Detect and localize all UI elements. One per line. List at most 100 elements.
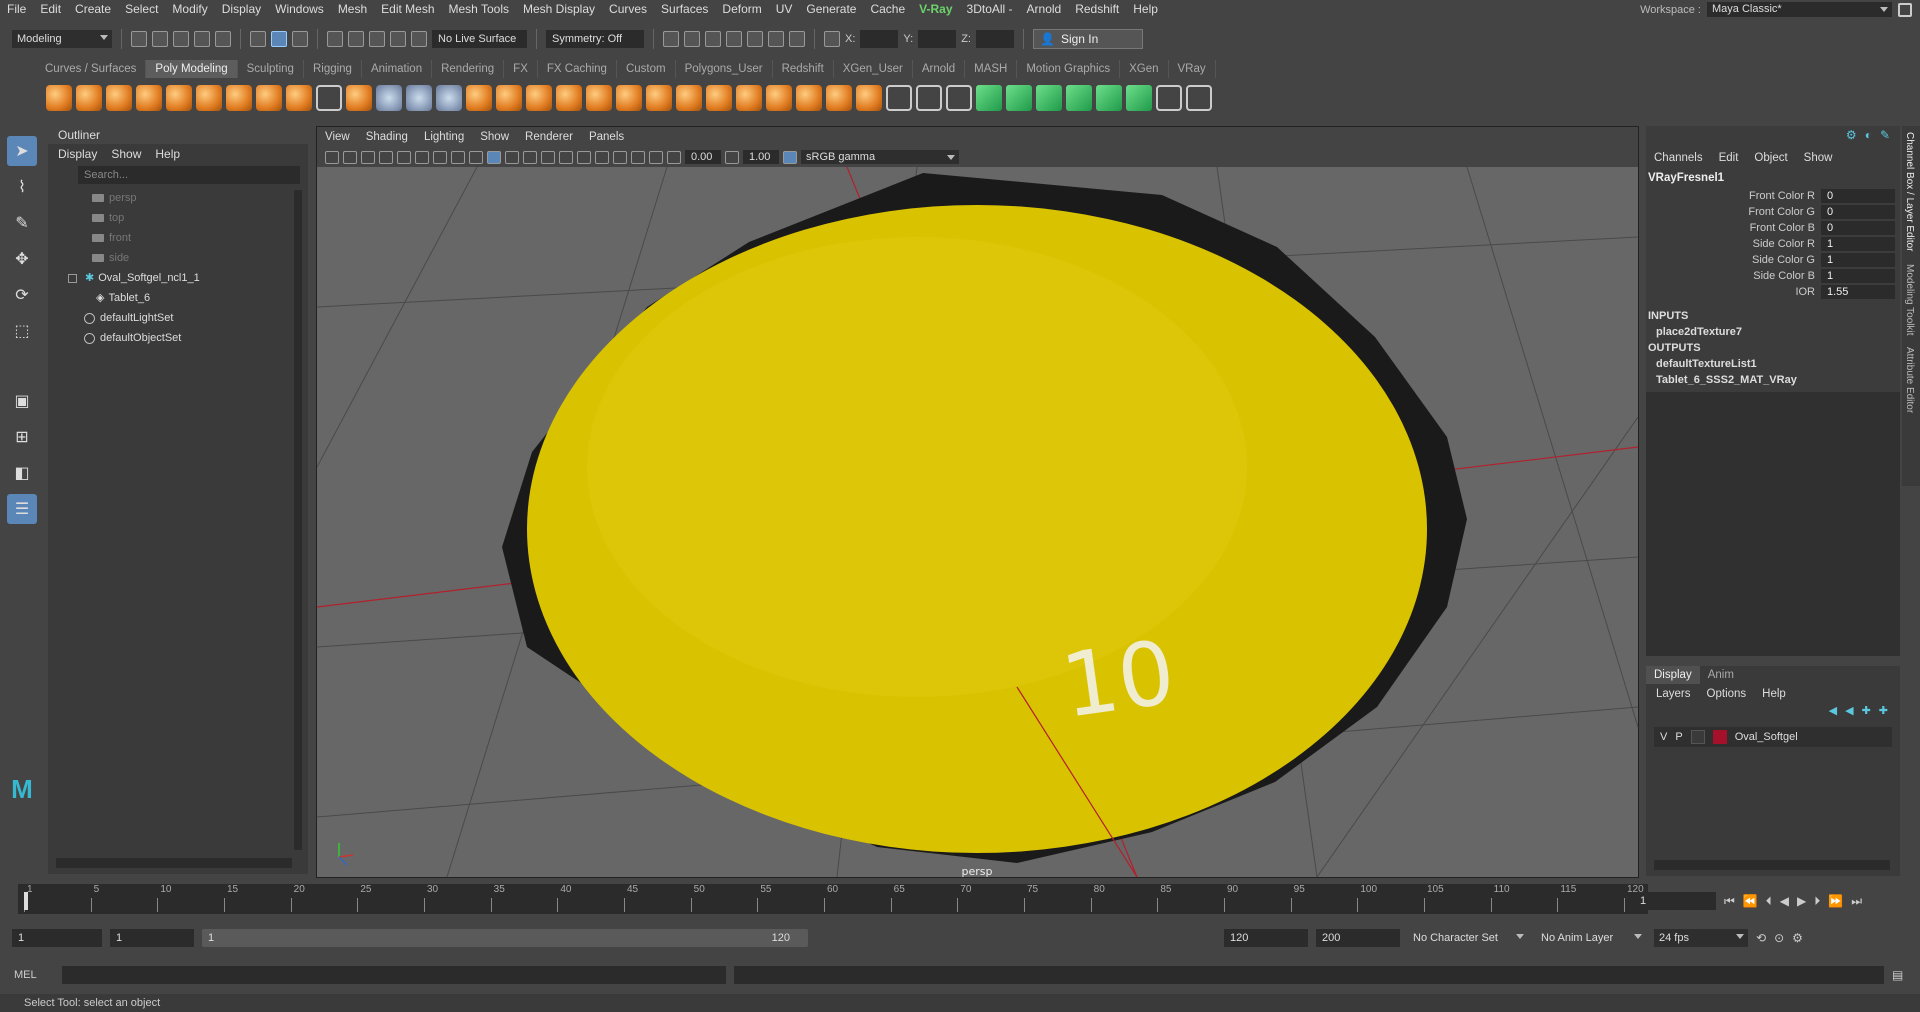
layer-visibility-toggle[interactable]: V [1654, 731, 1667, 743]
loop-icon[interactable]: ⟲ [1756, 931, 1766, 945]
step-forward-key-icon[interactable]: ⏩ [1828, 894, 1843, 908]
collapse-toggle-icon[interactable] [68, 273, 77, 283]
x-coordinate-input[interactable] [860, 30, 899, 48]
outliner-horizontal-scrollbar[interactable] [56, 858, 292, 868]
viewport-menu-panels[interactable]: Panels [589, 131, 624, 143]
current-time-marker[interactable] [24, 892, 28, 910]
attribute-row[interactable]: Front Color B 0 [1646, 220, 1900, 236]
channel-box-menu-edit[interactable]: Edit [1719, 152, 1739, 164]
poly-sphere-icon[interactable] [46, 85, 72, 111]
image-plane-icon[interactable] [379, 150, 393, 164]
shelf-tab-rendering[interactable]: Rendering [432, 60, 505, 78]
attribute-value[interactable]: 1 [1821, 237, 1895, 251]
go-to-start-icon[interactable]: ⏮ [1724, 894, 1735, 909]
xray-icon[interactable] [631, 150, 645, 164]
script-editor-icon[interactable]: ▤ [1892, 968, 1903, 982]
shelf-tab-custom[interactable]: Custom [617, 60, 676, 78]
layer-type-toggle[interactable] [1690, 730, 1705, 744]
command-language-label[interactable]: MEL [14, 969, 54, 981]
shelf-tab-arnold[interactable]: Arnold [913, 60, 966, 78]
rotate-tool-icon[interactable]: ⟳ [7, 280, 37, 310]
uv-editor-icon[interactable] [1096, 85, 1122, 111]
render-frame-icon[interactable] [663, 31, 679, 47]
channel-box-menu-channels[interactable]: Channels [1654, 152, 1703, 164]
menu-3dtoall[interactable]: 3DtoAll - [960, 0, 1020, 18]
menu-set-dropdown[interactable]: Modeling [12, 30, 112, 48]
move-layer-down-icon[interactable]: ◀ [1845, 704, 1853, 717]
channel-box-settings-icon[interactable]: ⚙ [1846, 128, 1857, 142]
viewport-menu-show[interactable]: Show [480, 131, 509, 143]
lock-icon[interactable] [1898, 2, 1912, 17]
poly-cylinder-icon[interactable] [106, 85, 132, 111]
menu-edit[interactable]: Edit [33, 0, 68, 18]
outliner-vertical-scrollbar[interactable] [294, 190, 302, 850]
select-camera-icon[interactable] [325, 150, 339, 164]
animation-start-input[interactable]: 1 [12, 929, 102, 947]
shelf-tab-redshift[interactable]: Redshift [773, 60, 834, 78]
output-node[interactable]: defaultTextureList1 [1646, 356, 1900, 372]
menu-redshift[interactable]: Redshift [1068, 0, 1126, 18]
shelf-tab-animation[interactable]: Animation [362, 60, 433, 78]
menu-generate[interactable]: Generate [799, 0, 863, 18]
scene-canvas[interactable]: 10 persp [317, 167, 1638, 877]
menu-create[interactable]: Create [68, 0, 118, 18]
separate-icon[interactable] [406, 85, 432, 111]
shelf-tab-curves-surfaces[interactable]: Curves / Surfaces [36, 60, 147, 78]
live-surface-field[interactable]: No Live Surface [432, 30, 527, 48]
layer-playback-toggle[interactable]: P [1675, 731, 1682, 743]
channel-box-menu-show[interactable]: Show [1804, 152, 1833, 164]
attribute-row[interactable]: Side Color R 1 [1646, 236, 1900, 252]
four-view-layout-icon[interactable]: ⊞ [7, 422, 37, 452]
outliner-item-tablet-6[interactable]: ◈ Tablet_6 [56, 288, 308, 308]
mirror-icon[interactable] [436, 85, 462, 111]
tab-anim[interactable]: Anim [1700, 666, 1742, 684]
menu-help[interactable]: Help [1126, 0, 1165, 18]
shelf-tab-motion-graphics[interactable]: Motion Graphics [1017, 60, 1121, 78]
lasso-tool-icon[interactable]: ⌇ [7, 172, 37, 202]
time-slider[interactable]: 1 5 10 15 20 25 30 35 40 45 50 55 60 65 70 75 80 85 90 95 10… [18, 884, 1648, 914]
gamma-input[interactable]: 1.00 [743, 150, 779, 164]
attribute-value[interactable]: 1.55 [1821, 285, 1895, 299]
poly-cube-icon[interactable] [76, 85, 102, 111]
z-coordinate-input[interactable] [975, 30, 1014, 48]
two-pane-layout-icon[interactable]: ◧ [7, 458, 37, 488]
gamma-icon[interactable] [725, 150, 739, 164]
channel-box-toggle-icon[interactable]: ◐ [1865, 128, 1872, 142]
viewport-menu-view[interactable]: View [325, 131, 350, 143]
menu-curves[interactable]: Curves [602, 0, 654, 18]
perspective-viewport[interactable]: View Shading Lighting Show Renderer Pane… [316, 126, 1639, 878]
shelf-tab-mash[interactable]: MASH [965, 60, 1018, 78]
layers-menu-help[interactable]: Help [1762, 688, 1786, 700]
attribute-value[interactable]: 0 [1821, 221, 1895, 235]
outliner-menu-help[interactable]: Help [155, 147, 180, 161]
automatic-uv-icon[interactable] [1066, 85, 1092, 111]
outliner-search-input[interactable]: Search... [78, 166, 300, 184]
poly-disc-icon[interactable] [226, 85, 252, 111]
outliner-menu-show[interactable]: Show [111, 147, 141, 161]
color-space-dropdown[interactable]: sRGB gamma [801, 150, 959, 164]
undo-icon[interactable] [194, 31, 210, 47]
menu-surfaces[interactable]: Surfaces [654, 0, 715, 18]
step-forward-frame-icon[interactable]: ⏵ [1814, 894, 1820, 909]
menu-uv[interactable]: UV [769, 0, 800, 18]
attribute-row[interactable]: Front Color R 0 [1646, 188, 1900, 204]
reduce-icon[interactable] [706, 85, 732, 111]
film-gate-icon[interactable] [415, 150, 429, 164]
menu-mesh[interactable]: Mesh [331, 0, 374, 18]
shelf-tab-xgen-user[interactable]: XGen_User [834, 60, 913, 78]
attribute-value[interactable]: 0 [1821, 189, 1895, 203]
motion-blur-icon[interactable] [577, 150, 591, 164]
attribute-value[interactable]: 1 [1821, 269, 1895, 283]
bookmark-icon[interactable] [361, 150, 375, 164]
layers-menu-layers[interactable]: Layers [1656, 688, 1691, 700]
viewport-menu-renderer[interactable]: Renderer [525, 131, 573, 143]
collapse-icon[interactable] [796, 85, 822, 111]
boolean-intersection-icon[interactable] [676, 85, 702, 111]
exposure-input[interactable]: 0.00 [685, 150, 721, 164]
step-back-frame-icon[interactable]: ⏴ [1766, 894, 1772, 909]
ambient-occlusion-icon[interactable] [559, 150, 573, 164]
triangulate-icon[interactable] [736, 85, 762, 111]
exposure-icon[interactable] [667, 150, 681, 164]
grid-toggle-icon[interactable] [397, 150, 411, 164]
channel-box-menu-object[interactable]: Object [1754, 152, 1787, 164]
